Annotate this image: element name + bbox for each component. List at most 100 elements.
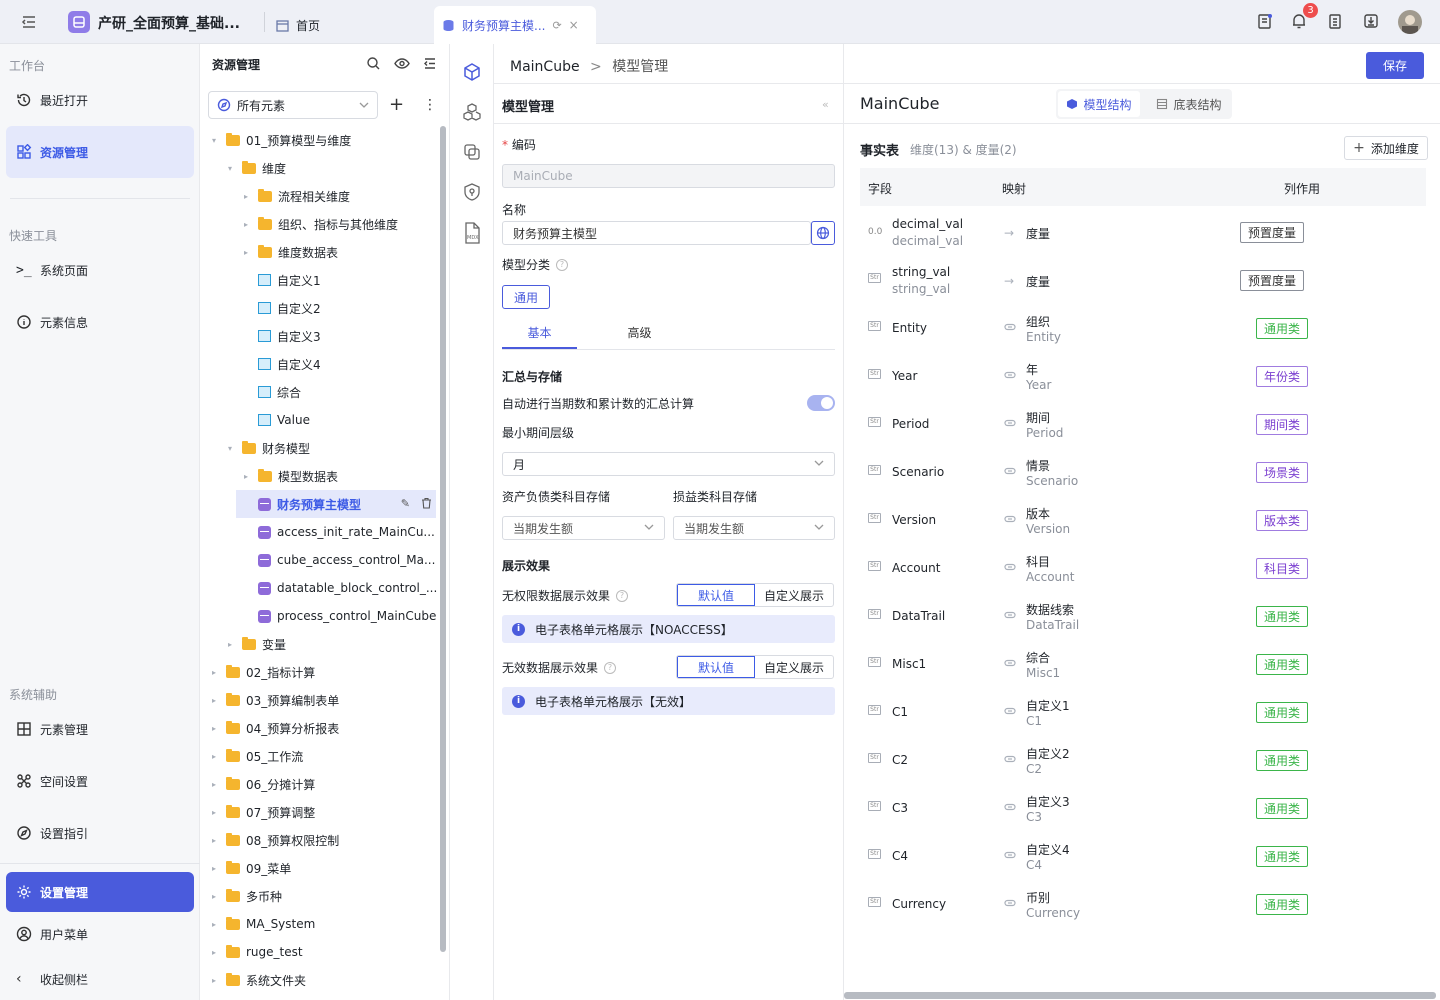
task-icon[interactable] bbox=[1256, 12, 1276, 32]
chevron-right-icon[interactable]: ▸ bbox=[212, 836, 220, 845]
breadcrumb-root[interactable]: MainCube bbox=[510, 59, 580, 75]
tree-item[interactable]: ▸ 变量 bbox=[228, 630, 286, 658]
nav-collapse[interactable]: ‹ 收起侧栏 bbox=[6, 959, 194, 999]
tree-scrollbar[interactable] bbox=[440, 126, 446, 952]
nav-space-settings[interactable]: 空间设置 bbox=[6, 761, 194, 801]
chevron-right-icon[interactable]: ▸ bbox=[244, 192, 252, 201]
tree-item[interactable]: ▸ 流程相关维度 bbox=[244, 182, 350, 210]
chevron-right-icon[interactable]: ▸ bbox=[212, 976, 220, 985]
tree-item[interactable]: ▸ 02_指标计算 bbox=[212, 658, 315, 686]
nav-user-menu[interactable]: 用户菜单 bbox=[6, 914, 194, 954]
invalid-default-option[interactable]: 默认值 bbox=[677, 656, 755, 678]
tree-item[interactable]: ▸ 组织、指标与其他维度 bbox=[244, 210, 398, 238]
tree-item[interactable]: datatable_block_control_... bbox=[244, 574, 437, 602]
tab-model[interactable]: 财务预算主模... ⟳ × bbox=[434, 6, 596, 44]
tree-item[interactable]: ▸ 多币种 bbox=[212, 882, 282, 910]
tree-item[interactable]: process_control_MainCube bbox=[244, 602, 436, 630]
field-row[interactable]: Str Year 年 Year 年份类 bbox=[860, 352, 1426, 400]
tab-home[interactable]: 首页 bbox=[270, 6, 430, 44]
horizontal-scrollbar[interactable] bbox=[844, 992, 1436, 999]
nav-system-page[interactable]: >_ 系统页面 bbox=[6, 250, 194, 290]
chevron-right-icon[interactable]: ▸ bbox=[244, 248, 252, 257]
tree-item[interactable]: 财务预算主模型 ✎ bbox=[236, 490, 436, 518]
chevron-right-icon[interactable]: ▸ bbox=[212, 808, 220, 817]
copy-icon[interactable] bbox=[462, 142, 482, 162]
avatar[interactable] bbox=[1398, 10, 1422, 34]
download-icon[interactable] bbox=[1362, 12, 1382, 32]
chevron-down-icon[interactable]: ▾ bbox=[212, 136, 220, 145]
chevron-right-icon[interactable]: ▸ bbox=[212, 696, 220, 705]
app-title[interactable]: 产研_全面预算_基础... bbox=[98, 13, 240, 33]
more-icon[interactable]: ⋮ bbox=[423, 96, 437, 114]
eye-icon[interactable] bbox=[394, 56, 410, 71]
close-tab-icon[interactable]: × bbox=[569, 18, 579, 32]
element-filter-select[interactable]: 所有元素 bbox=[208, 91, 378, 119]
chevron-right-icon[interactable]: ▸ bbox=[212, 724, 220, 733]
chevron-right-icon[interactable]: ▸ bbox=[244, 220, 252, 229]
mdx-file-icon[interactable]: MDX bbox=[462, 222, 482, 244]
auto-sum-toggle[interactable] bbox=[807, 395, 835, 411]
chevron-right-icon[interactable]: ▸ bbox=[212, 892, 220, 901]
menu-collapse-icon[interactable] bbox=[20, 13, 40, 33]
tree-item[interactable]: cube_access_control_Ma... bbox=[244, 546, 435, 574]
nav-element-mgmt[interactable]: 元素管理 bbox=[6, 709, 194, 749]
tree-item[interactable]: ▸ 维度数据表 bbox=[244, 238, 338, 266]
invalid-custom-option[interactable]: 自定义展示 bbox=[755, 656, 833, 678]
cube-icon[interactable] bbox=[462, 62, 482, 82]
search-icon[interactable] bbox=[366, 56, 381, 71]
field-row[interactable]: 0.0 decimal_val decimal_val → 度量 预置度量 bbox=[860, 208, 1426, 256]
field-row[interactable]: Str C3 自定义3 C3 通用类 bbox=[860, 784, 1426, 832]
chevron-down-icon[interactable]: ▾ bbox=[228, 444, 236, 453]
tree-item[interactable]: ▸ 05_工作流 bbox=[212, 742, 303, 770]
chevron-right-icon[interactable]: ▸ bbox=[212, 864, 220, 873]
tree-item[interactable]: ▸ 模型数据表 bbox=[244, 462, 338, 490]
tree-item[interactable]: ▸ 08_预算权限控制 bbox=[212, 826, 339, 854]
tree-item[interactable]: ▾ 财务模型 bbox=[228, 434, 310, 462]
field-row[interactable]: Str C1 自定义1 C1 通用类 bbox=[860, 688, 1426, 736]
tree-item[interactable]: Value bbox=[244, 406, 310, 434]
chevron-right-icon[interactable]: ▸ bbox=[244, 472, 252, 481]
tab-model-structure[interactable]: 模型结构 bbox=[1058, 91, 1140, 117]
chevron-right-icon[interactable]: ▸ bbox=[212, 752, 220, 761]
field-row[interactable]: Str Entity 组织 Entity 通用类 bbox=[860, 304, 1426, 352]
tree-item[interactable]: ▸ 03_预算编制表单 bbox=[212, 686, 339, 714]
bs-storage-select[interactable]: 当期发生额 bbox=[502, 516, 665, 540]
tree-item[interactable]: access_init_rate_MainCu... bbox=[244, 518, 435, 546]
tab-basic[interactable]: 基本 bbox=[502, 324, 577, 341]
field-row[interactable]: Str Scenario 情景 Scenario 场景类 bbox=[860, 448, 1426, 496]
tab-base-table[interactable]: 底表结构 bbox=[1148, 91, 1230, 117]
pl-storage-select[interactable]: 当期发生额 bbox=[673, 516, 835, 540]
field-row[interactable]: Str Currency 币别 Currency 通用类 bbox=[860, 880, 1426, 928]
field-row[interactable]: Str Version 版本 Version 版本类 bbox=[860, 496, 1426, 544]
field-row[interactable]: Str Period 期间 Period 期间类 bbox=[860, 400, 1426, 448]
nav-recent[interactable]: 最近打开 bbox=[6, 80, 194, 120]
help-icon[interactable]: ? bbox=[556, 258, 569, 271]
tree-item[interactable]: 综合 bbox=[244, 378, 301, 406]
refresh-icon[interactable]: ⟳ bbox=[552, 19, 561, 32]
globe-icon[interactable] bbox=[811, 221, 835, 245]
help-icon[interactable]: ? bbox=[604, 661, 617, 674]
delete-icon[interactable] bbox=[421, 497, 432, 509]
tree-item[interactable]: ▸ 系统文件夹 bbox=[212, 966, 306, 994]
field-row[interactable]: Str Account 科目 Account 科目类 bbox=[860, 544, 1426, 592]
document-icon[interactable] bbox=[1326, 12, 1346, 32]
category-tag[interactable]: 通用 bbox=[502, 285, 551, 309]
tree-item[interactable]: ▸ 06_分摊计算 bbox=[212, 770, 315, 798]
min-period-select[interactable]: 月 bbox=[502, 452, 835, 476]
tree-item[interactable]: 自定义3 bbox=[244, 322, 321, 350]
tree-item[interactable]: ▸ ruge_test bbox=[212, 938, 303, 966]
tree-item[interactable]: 自定义4 bbox=[244, 350, 321, 378]
chevron-right-icon[interactable]: ▸ bbox=[212, 920, 220, 929]
nav-element-info[interactable]: 元素信息 bbox=[6, 302, 194, 342]
field-row[interactable]: Str DataTrail 数据线索 DataTrail 通用类 bbox=[860, 592, 1426, 640]
cubes-icon[interactable] bbox=[462, 102, 482, 122]
tree-item[interactable]: 自定义1 bbox=[244, 266, 321, 294]
chevron-right-icon[interactable]: ▸ bbox=[212, 668, 220, 677]
noperm-custom-option[interactable]: 自定义展示 bbox=[755, 584, 833, 606]
collapse-panel-icon[interactable]: « bbox=[822, 98, 829, 111]
chevron-right-icon[interactable]: ▸ bbox=[212, 780, 220, 789]
name-input[interactable]: 财务预算主模型 bbox=[502, 221, 811, 245]
noperm-default-option[interactable]: 默认值 bbox=[677, 584, 755, 606]
chevron-right-icon[interactable]: ▸ bbox=[212, 948, 220, 957]
nav-settings[interactable]: 设置管理 bbox=[6, 872, 194, 912]
